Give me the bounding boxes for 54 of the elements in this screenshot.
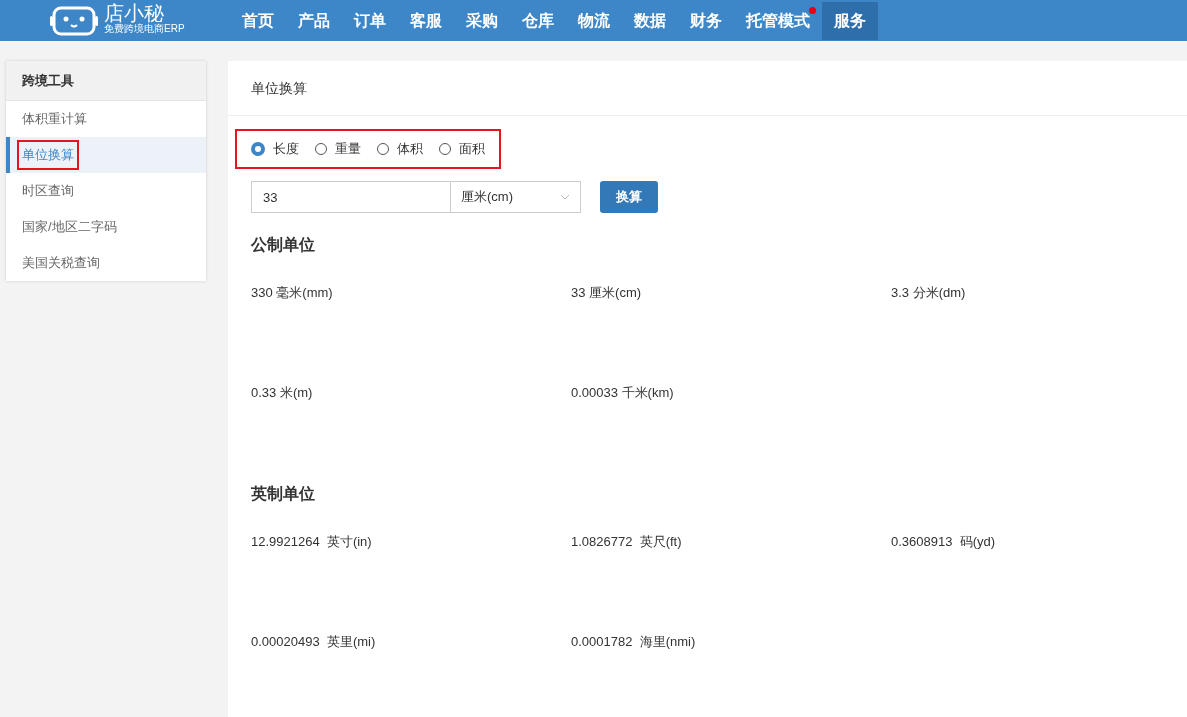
sidebar-item[interactable]: 国家/地区二字码: [6, 209, 206, 245]
nav-tab[interactable]: 产品: [286, 1, 342, 40]
nav-tab[interactable]: 首页: [230, 1, 286, 40]
nav-tab[interactable]: 托管模式: [734, 1, 822, 40]
conversion-result: 0.00033 千米(km): [571, 385, 674, 400]
conversion-result: 12.9921264 英寸(in): [251, 534, 372, 549]
conversion-result: 0.3608913 码(yd): [891, 534, 996, 549]
highlighted-label: 单位换算: [19, 142, 77, 168]
logo-text: 店小秘: [104, 3, 164, 23]
sidebar-item[interactable]: 美国关税查询: [6, 245, 206, 281]
unit-select[interactable]: 厘米(cm): [451, 181, 581, 213]
logo-tagline: 免费跨境电商ERP: [104, 24, 185, 34]
nav-tab[interactable]: 订单: [342, 1, 398, 40]
section-title: 英制单位: [251, 484, 316, 504]
radio-label: 重量: [335, 140, 361, 158]
radio-option[interactable]: 长度: [251, 140, 299, 158]
radio-option[interactable]: 体积: [377, 140, 423, 158]
radio-label: 体积: [397, 140, 423, 158]
chevron-down-icon: [560, 194, 570, 200]
nav-tab[interactable]: 物流: [566, 1, 622, 40]
nav-tab[interactable]: 数据: [622, 1, 678, 40]
page-title: 单位换算: [228, 61, 1187, 116]
conversion-result: 0.33 米(m): [251, 385, 313, 400]
conversion-result: 0.0001782 海里(nmi): [571, 634, 696, 649]
sidebar-title: 跨境工具: [6, 61, 206, 101]
radio-label: 面积: [459, 140, 485, 158]
radio-option[interactable]: 重量: [315, 140, 361, 158]
conversion-result: 3.3 分米(dm): [891, 285, 966, 300]
convert-button[interactable]: 换算: [600, 181, 658, 213]
conversion-result: 1.0826772 英尺(ft): [571, 534, 682, 549]
sidebar-item[interactable]: 体积重计算: [6, 101, 206, 137]
item-label: 体积重计算: [21, 110, 88, 128]
radio-button[interactable]: [251, 142, 265, 156]
value-input[interactable]: 33: [251, 181, 451, 213]
section-title: 公制单位: [251, 235, 316, 255]
nav-tab[interactable]: 客服: [398, 1, 454, 40]
robot-logo-icon: [50, 5, 98, 36]
nav-tab[interactable]: 财务: [678, 1, 734, 40]
sidebar-item[interactable]: 单位换算: [6, 137, 206, 173]
radio-label: 长度: [273, 140, 299, 158]
item-label: 国家/地区二字码: [21, 218, 118, 236]
sidebar-item[interactable]: 时区查询: [6, 173, 206, 209]
radio-button[interactable]: [439, 143, 451, 155]
nav-tab[interactable]: 仓库: [510, 1, 566, 40]
radio-option[interactable]: 面积: [439, 140, 485, 158]
conversion-result: 0.00020493 英里(mi): [251, 634, 376, 649]
radio-button[interactable]: [315, 143, 327, 155]
nav-tab[interactable]: 服务: [822, 1, 878, 40]
conversion-result: 330 毫米(mm): [251, 285, 333, 300]
radio-button[interactable]: [377, 143, 389, 155]
item-label: 美国关税查询: [21, 254, 101, 272]
nav-tab[interactable]: 采购: [454, 1, 510, 40]
conversion-result: 33 厘米(cm): [571, 285, 642, 300]
item-label: 时区查询: [21, 182, 75, 200]
